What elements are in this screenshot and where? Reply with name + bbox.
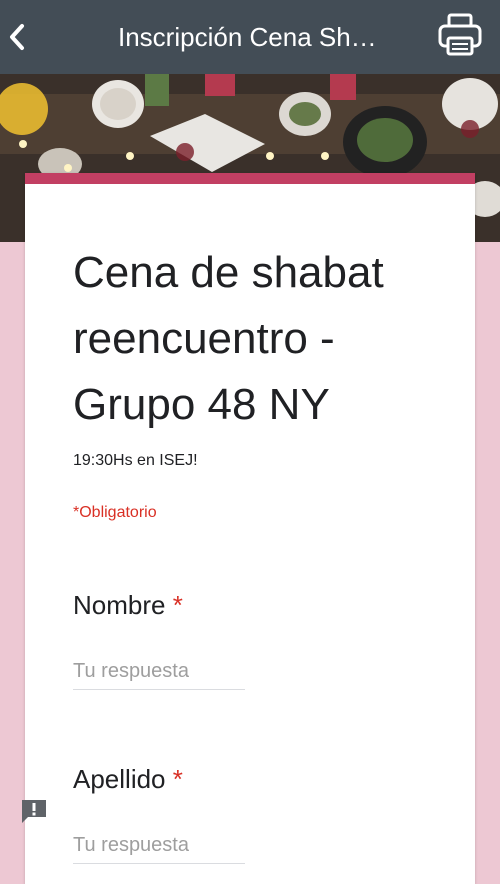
question-label-text: Nombre bbox=[73, 590, 166, 620]
app-header: Inscripción Cena Sh… bbox=[0, 0, 500, 74]
back-button[interactable] bbox=[6, 20, 28, 54]
required-asterisk: * bbox=[172, 590, 183, 620]
question-label-apellido: Apellido * bbox=[73, 764, 183, 795]
header-title: Inscripción Cena Sh… bbox=[118, 22, 377, 52]
nombre-input[interactable]: Tu respuesta bbox=[73, 660, 245, 690]
chevron-left-icon bbox=[10, 24, 24, 50]
form-description: 19:30Hs en ISEJ! bbox=[73, 452, 198, 469]
printer-icon bbox=[438, 13, 482, 56]
print-button[interactable] bbox=[436, 12, 484, 58]
form-title: Cena de shabat reencuentro - Grupo 48 NY bbox=[73, 248, 384, 429]
apellido-input[interactable]: Tu respuesta bbox=[73, 834, 245, 864]
required-asterisk: * bbox=[172, 764, 183, 794]
question-label-text: Apellido bbox=[73, 764, 166, 794]
form-card: Cena de shabat reencuentro - Grupo 48 NY… bbox=[25, 173, 475, 884]
report-feedback-button[interactable] bbox=[20, 798, 48, 824]
required-note: *Obligatorio bbox=[73, 504, 157, 521]
question-label-nombre: Nombre * bbox=[73, 590, 183, 621]
report-feedback-icon bbox=[22, 800, 46, 823]
